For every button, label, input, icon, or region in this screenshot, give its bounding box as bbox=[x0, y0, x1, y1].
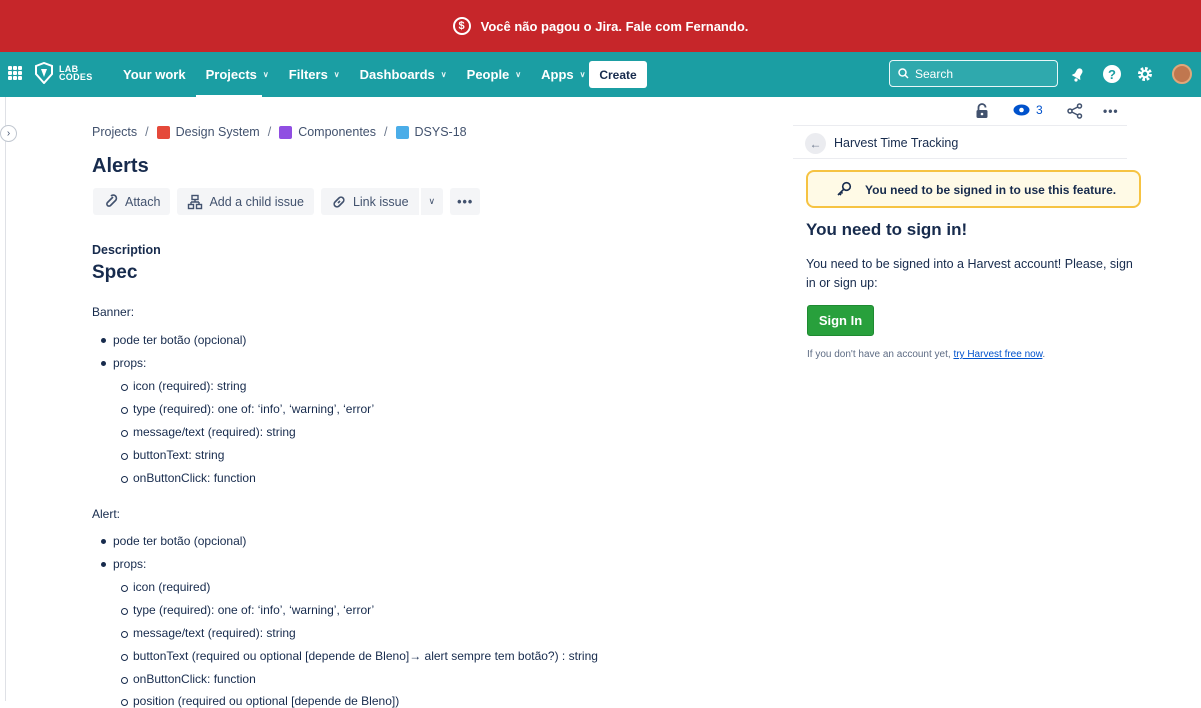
search-icon bbox=[898, 68, 909, 79]
more-actions-button[interactable]: ••• bbox=[450, 188, 481, 215]
signup-footer: If you don't have an account yet, try Ha… bbox=[807, 349, 1046, 360]
project-avatar-icon bbox=[156, 125, 170, 139]
chevron-down-icon: ∨ bbox=[262, 70, 269, 79]
logo-line-2: CODES bbox=[59, 72, 93, 82]
breadcrumb-projects[interactable]: Projects bbox=[92, 125, 137, 139]
share-icon[interactable] bbox=[1067, 103, 1083, 119]
chevron-down-icon: ∨ bbox=[428, 196, 436, 206]
top-navigation: LAB CODES Your work Projects ∨ Filters ∨ D… bbox=[0, 52, 1201, 98]
warning-text: You need to be signed in to use this fea… bbox=[865, 183, 1117, 197]
nav-projects[interactable]: Projects ∨ bbox=[196, 52, 279, 97]
dollar-icon: $ bbox=[452, 17, 471, 35]
list-item: onButtonClick: function bbox=[121, 471, 256, 485]
link-issue-button[interactable]: Link issue bbox=[320, 188, 419, 215]
more-icon: ••• bbox=[457, 194, 474, 209]
task-icon bbox=[395, 125, 409, 139]
breadcrumb-issue[interactable]: DSYS-18 bbox=[415, 125, 467, 139]
try-harvest-link[interactable]: try Harvest free now bbox=[953, 349, 1042, 360]
notifications-icon[interactable] bbox=[1069, 65, 1087, 83]
list-item: type (required): one of: ‘info’, ‘warnin… bbox=[120, 402, 375, 416]
search-input[interactable]: Search bbox=[889, 60, 1058, 87]
unpaid-banner: $ Você não pagou o Jira. Fale com Fernan… bbox=[0, 0, 1201, 52]
list-item: message/text (required): string bbox=[121, 425, 296, 439]
sign-in-button[interactable]: Sign In bbox=[807, 305, 874, 336]
chevron-down-icon: ∨ bbox=[579, 70, 586, 79]
app-switcher-icon[interactable] bbox=[8, 66, 22, 80]
sign-in-heading: You need to sign in! bbox=[806, 220, 968, 239]
nav-menu: Your work Projects ∨ Filters ∨ Dashboards ∨… bbox=[113, 52, 596, 97]
nav-your-work[interactable]: Your work bbox=[113, 52, 196, 97]
description-label: Description bbox=[92, 243, 161, 257]
issue-title[interactable]: Alerts bbox=[92, 155, 149, 178]
list-item: type (required): one of: ‘info’, ‘warnin… bbox=[120, 603, 375, 617]
list-item: onButtonClick: function bbox=[121, 672, 256, 686]
sidebar-edge bbox=[5, 97, 6, 701]
list-item: props: bbox=[100, 557, 147, 571]
watchers-count: 3 bbox=[1036, 103, 1043, 117]
chevron-down-icon: ∨ bbox=[515, 70, 522, 79]
banner-text: Você não pagou o Jira. Fale com Fernando… bbox=[480, 18, 749, 34]
panel-divider bbox=[793, 158, 1127, 159]
nav-dashboards[interactable]: Dashboards ∨ bbox=[350, 52, 457, 97]
breadcrumb-epic[interactable]: Componentes bbox=[298, 125, 376, 139]
attach-button[interactable]: Attach bbox=[93, 188, 171, 215]
alert-heading: Alert: bbox=[92, 507, 121, 521]
list-item: props: bbox=[100, 356, 147, 370]
list-item: icon (required): string bbox=[120, 379, 247, 393]
create-button[interactable]: Create bbox=[589, 61, 647, 88]
list-item: message/text (required): string bbox=[121, 626, 296, 640]
issue-toolbar: Attach Add a child issue Link issue ∨ ••… bbox=[93, 188, 481, 215]
back-arrow-icon[interactable]: ← bbox=[805, 133, 826, 154]
nav-people[interactable]: People ∨ bbox=[457, 52, 531, 97]
search-placeholder: Search bbox=[915, 66, 954, 81]
more-icon[interactable]: ••• bbox=[1103, 104, 1119, 118]
key-icon bbox=[837, 181, 852, 196]
list-item: icon (required) bbox=[120, 580, 211, 594]
eye-icon bbox=[1013, 104, 1030, 116]
chevron-down-icon: ∨ bbox=[440, 70, 447, 79]
labcodes-logo-icon bbox=[35, 62, 53, 84]
active-nav-indicator bbox=[196, 95, 262, 98]
expand-sidebar-button[interactable]: › bbox=[0, 125, 17, 142]
breadcrumb-project[interactable]: Design System bbox=[176, 125, 260, 139]
list-item: pode ter botão (opcional) bbox=[100, 333, 247, 347]
list-item: buttonText (required ou optional [depend… bbox=[121, 649, 598, 663]
add-child-issue-button[interactable]: Add a child issue bbox=[177, 188, 314, 215]
list-item: position (required ou optional [depende … bbox=[120, 694, 400, 708]
nav-apps[interactable]: Apps ∨ bbox=[531, 52, 595, 97]
list-item: buttonText: string bbox=[120, 448, 225, 462]
nav-filters[interactable]: Filters ∨ bbox=[279, 52, 350, 97]
watchers-button[interactable]: 3 bbox=[1013, 103, 1043, 117]
hierarchy-icon bbox=[188, 194, 203, 209]
settings-icon[interactable] bbox=[1136, 65, 1154, 83]
banner-heading: Banner: bbox=[92, 305, 135, 319]
list-item: pode ter botão (opcional) bbox=[100, 534, 247, 548]
lock-icon[interactable] bbox=[975, 103, 989, 119]
paperclip-icon bbox=[106, 193, 118, 207]
harvest-panel-title: Harvest Time Tracking bbox=[834, 136, 959, 150]
epic-icon bbox=[279, 125, 293, 139]
user-avatar[interactable] bbox=[1172, 64, 1192, 84]
spec-heading: Spec bbox=[92, 262, 138, 283]
help-icon[interactable]: ? bbox=[1103, 65, 1121, 83]
sign-in-paragraph: You need to be signed into a Harvest acc… bbox=[806, 257, 1133, 290]
breadcrumb: Projects / Design System / Componentes /… bbox=[92, 125, 467, 139]
link-issue-dropdown-button[interactable]: ∨ bbox=[419, 188, 444, 215]
chevron-down-icon: ∨ bbox=[333, 70, 340, 79]
labcodes-logo[interactable]: LAB CODES bbox=[33, 62, 93, 84]
link-icon bbox=[333, 195, 345, 208]
panel-divider bbox=[793, 125, 1127, 126]
sign-in-warning: You need to be signed in to use this fea… bbox=[806, 170, 1141, 208]
